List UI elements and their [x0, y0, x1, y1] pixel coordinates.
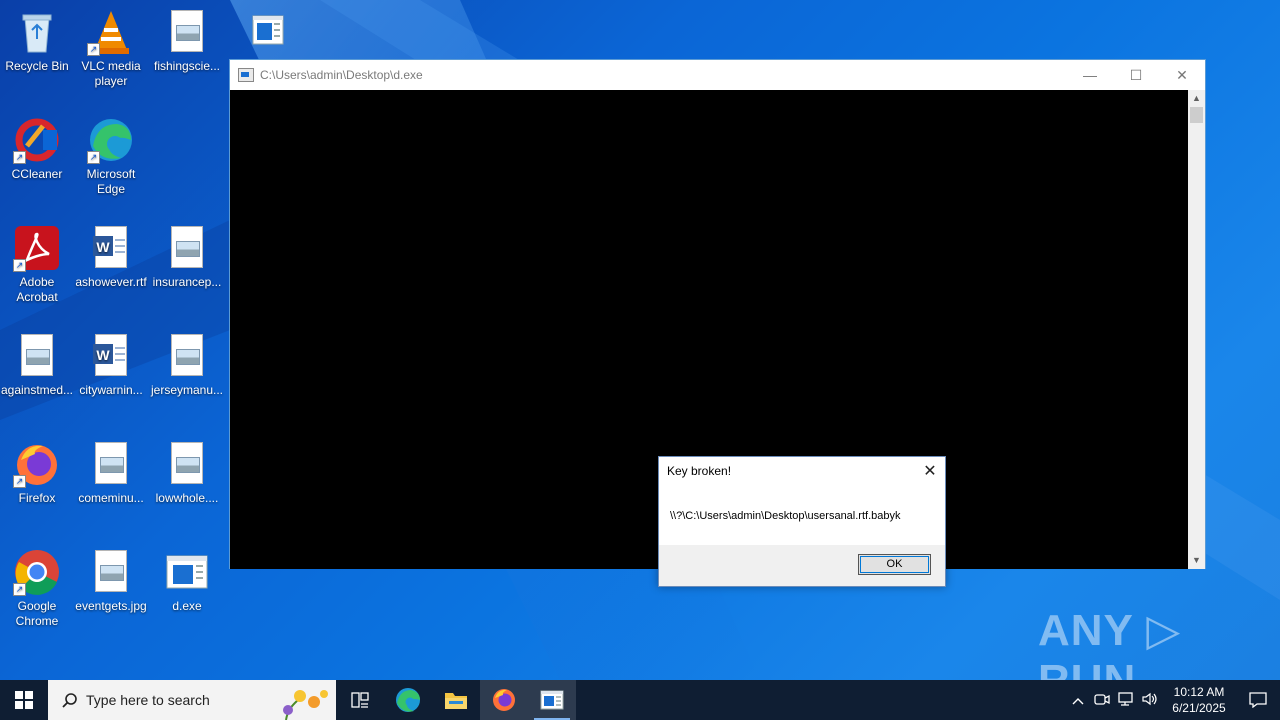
desktop-icon-fishingscie[interactable]: fishingscie...: [150, 8, 224, 74]
desktop-icon-label: Recycle Bin: [5, 59, 69, 73]
acrobat-icon: ↗: [13, 224, 61, 272]
desktop-icon-recycle-bin[interactable]: Recycle Bin: [0, 8, 74, 74]
desktop-icon-againstmed[interactable]: againstmed...: [0, 332, 74, 398]
desktop-icon-label: d.exe: [172, 599, 202, 613]
desktop-icon-label: comeminu...: [78, 491, 144, 505]
desktop-icon-adobe-acrobat[interactable]: ↗ Adobe Acrobat: [0, 224, 74, 305]
windows-logo-icon: [15, 691, 33, 709]
image-file-icon: [87, 548, 135, 596]
scroll-up-arrow-icon[interactable]: ▲: [1188, 90, 1205, 107]
clock-date: 6/21/2025: [1172, 701, 1226, 715]
desktop-icon-firefox[interactable]: ↗ Firefox: [0, 440, 74, 506]
desktop-icon-microsoft-edge[interactable]: ↗ Microsoft Edge: [74, 116, 148, 197]
task-view-icon: [351, 692, 369, 708]
desktop-icon-label: CCleaner: [11, 167, 63, 181]
console-vertical-scrollbar[interactable]: ▲ ▼: [1188, 90, 1205, 569]
firefox-icon: [493, 689, 515, 711]
desktop-icon-label: jerseymanu...: [150, 383, 224, 397]
search-placeholder: Type here to search: [86, 692, 210, 708]
word-doc-icon: W: [87, 332, 135, 380]
search-highlight-flowers-icon: [283, 690, 328, 720]
desktop-icon-jerseymanu[interactable]: jerseymanu...: [150, 332, 224, 398]
desktop-icon-unlabeled-exe[interactable]: [224, 8, 298, 59]
svg-text:W: W: [96, 239, 110, 255]
image-file-icon: [13, 332, 61, 380]
word-doc-icon: W: [87, 224, 135, 272]
search-icon: [62, 693, 77, 708]
meet-now-icon[interactable]: [1090, 692, 1114, 709]
dialog-title: Key broken!: [667, 464, 732, 478]
exe-icon: [163, 548, 211, 596]
desktop-icon-lowwhole[interactable]: lowwhole....: [150, 440, 224, 506]
desktop-icon-label: insurancep...: [152, 275, 222, 289]
recycle-bin-icon: [13, 8, 61, 56]
image-file-icon: [163, 224, 211, 272]
desktop-icon-ashowever[interactable]: W ashowever.rtf: [74, 224, 148, 290]
image-file-icon: [163, 332, 211, 380]
close-button[interactable]: ✕: [1159, 60, 1205, 90]
taskbar-search-box[interactable]: Type here to search: [48, 680, 336, 720]
desktop-icon-label: eventgets.jpg: [75, 599, 147, 613]
console-title-bar[interactable]: C:\Users\admin\Desktop\d.exe — ☐ ✕: [230, 60, 1205, 90]
image-file-icon: [163, 8, 211, 56]
folder-icon: [445, 693, 467, 709]
start-button[interactable]: [0, 680, 48, 720]
dialog-button-bar: OK: [659, 545, 945, 586]
scrollbar-thumb[interactable]: [1190, 107, 1203, 123]
task-view-button[interactable]: [336, 680, 384, 720]
console-app-icon: [238, 68, 254, 82]
system-tray: 10:12 AM 6/21/2025: [1066, 680, 1280, 720]
desktop-icon-vlc[interactable]: ↗ VLC media player: [74, 8, 148, 89]
taskbar-firefox-button[interactable]: [480, 680, 528, 720]
taskbar-clock[interactable]: 10:12 AM 6/21/2025: [1162, 684, 1236, 716]
dialog-message: \\?\C:\Users\admin\Desktop\usersanal.rtf…: [670, 510, 901, 522]
firefox-icon: ↗: [13, 440, 61, 488]
ok-button[interactable]: OK: [858, 554, 931, 575]
desktop-icon-label: lowwhole....: [155, 491, 219, 505]
desktop-icon-label: citywarnin...: [79, 383, 143, 397]
image-file-icon: [87, 440, 135, 488]
network-icon[interactable]: [1114, 691, 1138, 709]
desktop-icon-label: VLC media player: [81, 59, 141, 88]
image-file-icon: [163, 440, 211, 488]
message-dialog[interactable]: Key broken! ✕ \\?\C:\Users\admin\Desktop…: [658, 456, 946, 587]
taskbar: Type here to search 10:12 AM 6/21/2025: [0, 680, 1280, 720]
desktop-icon-label: fishingscie...: [153, 59, 221, 73]
edge-icon: [396, 688, 420, 712]
clock-time: 10:12 AM: [1173, 685, 1225, 699]
vlc-icon: ↗: [87, 8, 135, 56]
desktop-icon-insurancep[interactable]: insurancep...: [150, 224, 224, 290]
desktop-icon-label: Firefox: [18, 491, 56, 505]
desktop-icon-citywarnin[interactable]: W citywarnin...: [74, 332, 148, 398]
taskbar-edge-button[interactable]: [384, 680, 432, 720]
svg-text:W: W: [96, 347, 110, 363]
taskbar-file-explorer-button[interactable]: [432, 680, 480, 720]
desktop-icon-label: Google Chrome: [15, 599, 59, 628]
ccleaner-icon: ↗: [13, 116, 61, 164]
taskbar-console-button[interactable]: [528, 680, 576, 720]
desktop-icon-google-chrome[interactable]: ↗ Google Chrome: [0, 548, 74, 629]
minimize-button[interactable]: —: [1067, 60, 1113, 90]
edge-icon: ↗: [87, 116, 135, 164]
notification-icon: [1249, 692, 1267, 708]
console-window-title: C:\Users\admin\Desktop\d.exe: [260, 68, 423, 82]
exe-icon: [237, 8, 285, 56]
volume-icon[interactable]: [1138, 692, 1162, 709]
dialog-close-button[interactable]: ✕: [915, 461, 945, 481]
chrome-icon: ↗: [13, 548, 61, 596]
maximize-button[interactable]: ☐: [1113, 60, 1159, 90]
dialog-title-bar[interactable]: Key broken! ✕: [659, 457, 945, 485]
console-app-icon: [540, 690, 564, 710]
desktop-icon-d-exe[interactable]: d.exe: [150, 548, 224, 614]
desktop-icon-label: ashowever.rtf: [75, 275, 147, 289]
desktop-icon-label: Adobe Acrobat: [16, 275, 58, 304]
desktop-icon-label: againstmed...: [0, 383, 74, 397]
desktop-icon-comeminu[interactable]: comeminu...: [74, 440, 148, 506]
desktop-icon-ccleaner[interactable]: ↗ CCleaner: [0, 116, 74, 182]
desktop-icon-label: Microsoft Edge: [86, 167, 136, 196]
show-hidden-icons-chevron-up-icon[interactable]: [1066, 693, 1090, 708]
desktop-icon-eventgets[interactable]: eventgets.jpg: [74, 548, 148, 614]
scroll-down-arrow-icon[interactable]: ▼: [1188, 552, 1205, 569]
action-center-button[interactable]: [1236, 692, 1280, 708]
